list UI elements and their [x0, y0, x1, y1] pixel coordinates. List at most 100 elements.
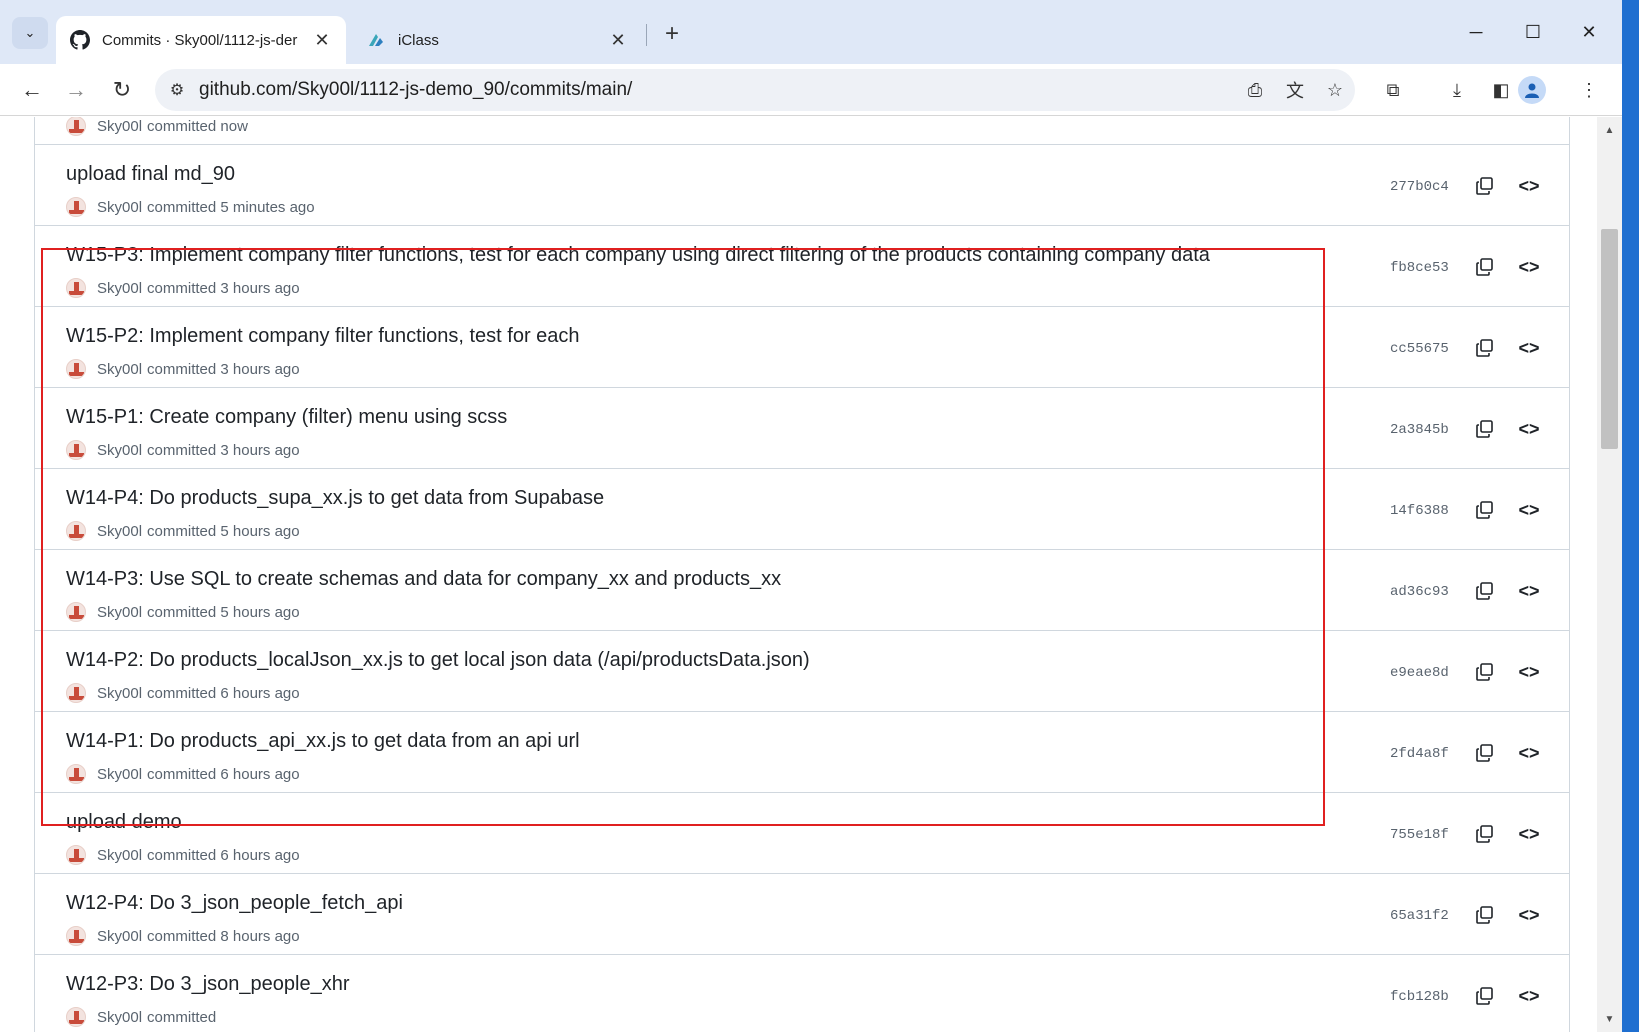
browse-code-icon[interactable]: <>	[1515, 577, 1543, 605]
commit-time: 6 hours ago	[220, 765, 300, 783]
commit-sha[interactable]: 14f6388	[1390, 503, 1449, 519]
extensions-icon[interactable]: ⧉	[1377, 74, 1409, 106]
avatar[interactable]	[66, 521, 86, 541]
browse-code-icon[interactable]: <>	[1515, 739, 1543, 767]
copy-icon[interactable]	[1471, 496, 1499, 524]
forward-button[interactable]: →	[58, 72, 94, 108]
avatar[interactable]	[66, 1007, 86, 1027]
browse-code-icon[interactable]: <>	[1515, 172, 1543, 200]
copy-icon[interactable]	[1471, 820, 1499, 848]
commit-author[interactable]: Sky00l	[97, 442, 142, 459]
avatar[interactable]	[66, 764, 86, 784]
browse-code-icon[interactable]: <>	[1515, 496, 1543, 524]
browse-code-icon[interactable]: <>	[1515, 901, 1543, 929]
commit-author[interactable]: Sky00l	[97, 280, 142, 297]
commit-sha[interactable]: fb8ce53	[1390, 260, 1449, 276]
tab-commits[interactable]: Commits · Sky00l/1112-js-der ✕	[56, 16, 346, 64]
commit-sha[interactable]: fcb128b	[1390, 989, 1449, 1005]
copy-icon[interactable]	[1471, 415, 1499, 443]
menu-icon[interactable]: ⋮	[1573, 74, 1605, 106]
commit-message[interactable]: W14-P4: Do products_supa_xx.js to get da…	[66, 487, 604, 510]
commit-verb: committed	[147, 198, 217, 216]
browse-code-icon[interactable]: <>	[1515, 820, 1543, 848]
close-icon[interactable]: ✕	[312, 30, 332, 51]
browse-code-icon[interactable]: <>	[1515, 982, 1543, 1010]
commit-message[interactable]: W14-P3: Use SQL to create schemas and da…	[66, 568, 781, 591]
commit-author[interactable]: Sky00l	[97, 766, 142, 783]
avatar[interactable]	[66, 359, 86, 379]
commit-sha[interactable]: ad36c93	[1390, 584, 1449, 600]
commit-message[interactable]: W15-P3: Implement company filter functio…	[66, 244, 1210, 267]
url-text[interactable]: github.com/Sky00l/1112-js-demo_90/commit…	[199, 79, 1235, 101]
commit-message[interactable]: W12-P4: Do 3_json_people_fetch_api	[66, 892, 403, 915]
avatar[interactable]	[66, 197, 86, 217]
copy-icon[interactable]	[1471, 982, 1499, 1010]
commit-author[interactable]: Sky00l	[97, 847, 142, 864]
commit-author[interactable]: Sky00l	[97, 1009, 142, 1026]
scroll-thumb[interactable]	[1601, 229, 1618, 449]
commit-sha[interactable]: 2a3845b	[1390, 422, 1449, 438]
tab-search-button[interactable]: ⌄	[12, 17, 48, 49]
new-tab-button[interactable]: +	[656, 18, 688, 50]
commit-sha[interactable]: 2fd4a8f	[1390, 746, 1449, 762]
copy-icon[interactable]	[1471, 253, 1499, 281]
avatar[interactable]	[66, 278, 86, 298]
commit-message[interactable]: W15-P1: Create company (filter) menu usi…	[66, 406, 507, 429]
download-icon[interactable]: ⤓	[1441, 74, 1473, 106]
install-app-icon[interactable]: ⎙	[1235, 80, 1275, 101]
scrollbar[interactable]: ▲ ▼	[1597, 117, 1622, 1032]
avatar[interactable]	[66, 602, 86, 622]
browse-code-icon[interactable]: <>	[1515, 117, 1543, 119]
commit-message[interactable]: W12-P3: Do 3_json_people_xhr	[66, 973, 350, 996]
bookmark-star-icon[interactable]: ☆	[1315, 80, 1355, 101]
commit-message[interactable]: upload demo	[66, 811, 182, 834]
commit-time: 5 hours ago	[220, 522, 300, 540]
commit-author[interactable]: Sky00l	[97, 523, 142, 540]
close-icon[interactable]: ✕	[608, 30, 628, 51]
address-bar[interactable]: ⚙ github.com/Sky00l/1112-js-demo_90/comm…	[155, 69, 1355, 111]
tab-iclass[interactable]: iClass ✕	[352, 16, 642, 64]
copy-icon[interactable]	[1471, 577, 1499, 605]
scroll-down-icon[interactable]: ▼	[1597, 1010, 1622, 1028]
browse-code-icon[interactable]: <>	[1515, 658, 1543, 686]
commit-message[interactable]: W14-P2: Do products_localJson_xx.js to g…	[66, 649, 810, 672]
maximize-button[interactable]: ☐	[1510, 14, 1556, 50]
commit-author[interactable]: Sky00l	[97, 361, 142, 378]
commit-message[interactable]: upload final md_90	[66, 163, 235, 186]
profile-avatar[interactable]	[1518, 76, 1546, 104]
commit-sha[interactable]: e9eae8d	[1390, 665, 1449, 681]
commit-author[interactable]: Sky00l	[97, 604, 142, 621]
commit-sha[interactable]: 277b0c4	[1390, 179, 1449, 195]
avatar[interactable]	[66, 683, 86, 703]
copy-icon[interactable]	[1471, 334, 1499, 362]
copy-icon[interactable]	[1471, 901, 1499, 929]
commit-sha[interactable]: cc55675	[1390, 341, 1449, 357]
commit-message[interactable]: W14-P1: Do products_api_xx.js to get dat…	[66, 730, 580, 753]
commit-sha[interactable]: 65a31f2	[1390, 908, 1449, 924]
commit-author[interactable]: Sky00l	[97, 685, 142, 702]
reload-button[interactable]: ↻	[104, 72, 140, 108]
scroll-up-icon[interactable]: ▲	[1597, 121, 1622, 139]
avatar[interactable]	[66, 117, 86, 136]
browse-code-icon[interactable]: <>	[1515, 334, 1543, 362]
commit-message[interactable]: W15-P2: Implement company filter functio…	[66, 325, 580, 348]
commit-author[interactable]: Sky00l	[97, 118, 142, 135]
commit-author[interactable]: Sky00l	[97, 928, 142, 945]
browse-code-icon[interactable]: <>	[1515, 253, 1543, 281]
side-panel-icon[interactable]: ◧	[1485, 74, 1517, 106]
minimize-button[interactable]: ─	[1453, 14, 1499, 50]
avatar[interactable]	[66, 440, 86, 460]
commit-sha[interactable]: 755e18f	[1390, 827, 1449, 843]
site-info-icon[interactable]: ⚙	[155, 80, 199, 100]
back-button[interactable]: ←	[14, 72, 50, 108]
avatar[interactable]	[66, 845, 86, 865]
copy-icon[interactable]	[1471, 117, 1499, 119]
close-window-button[interactable]: ✕	[1566, 14, 1612, 50]
copy-icon[interactable]	[1471, 172, 1499, 200]
browse-code-icon[interactable]: <>	[1515, 415, 1543, 443]
translate-icon[interactable]: 文	[1275, 77, 1315, 103]
copy-icon[interactable]	[1471, 658, 1499, 686]
copy-icon[interactable]	[1471, 739, 1499, 767]
avatar[interactable]	[66, 926, 86, 946]
commit-author[interactable]: Sky00l	[97, 199, 142, 216]
